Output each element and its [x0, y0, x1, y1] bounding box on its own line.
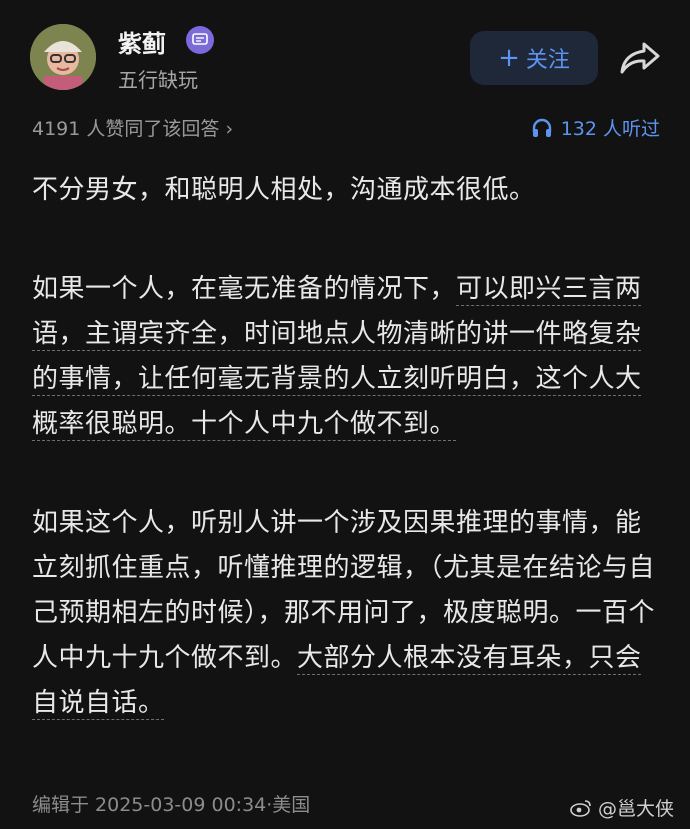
paragraph-3: 如果这个人，听别人讲一个涉及因果推理的事情，能立刻抓住重点，听懂推理的逻辑，（尤… — [32, 501, 662, 726]
plus-icon: + — [498, 43, 520, 73]
listeners-text: 132 人听过 — [560, 118, 660, 140]
verified-badge-icon — [186, 26, 214, 54]
paragraph-2: 如果一个人，在毫无准备的情况下，可以即兴三言两语，主谓宾齐全，时间地点人物清晰的… — [32, 267, 662, 447]
share-icon[interactable] — [618, 40, 662, 76]
weibo-logo-icon — [570, 799, 591, 817]
paragraph-2-text: 如果一个人，在毫无准备的情况下， — [32, 274, 457, 304]
edit-timestamp: 编辑于 2025-03-09 00:34·美国 — [32, 794, 311, 816]
author-headline: 五行缺玩 — [118, 68, 198, 92]
headphones-icon — [532, 118, 551, 137]
likes-count[interactable]: 4191 人赞同了该回答 › — [32, 114, 233, 141]
listen-count[interactable]: 132 人听过 — [531, 114, 660, 141]
watermark: @邕大侠 — [570, 794, 674, 821]
answer-stats: 4191 人赞同了该回答 › 132 人听过 — [0, 114, 690, 150]
answer-header: 紫蓟 五行缺玩 + 关注 — [0, 0, 690, 110]
watermark-text: @邕大侠 — [597, 798, 674, 820]
answer-body: 不分男女，和聪明人相处，沟通成本很低。 如果一个人，在毫无准备的情况下，可以即兴… — [32, 168, 662, 780]
follow-button[interactable]: + 关注 — [470, 31, 598, 85]
author-name[interactable]: 紫蓟 — [118, 24, 166, 59]
follow-label: 关注 — [525, 48, 570, 73]
likes-text: 4191 人赞同了该回答 — [32, 118, 220, 140]
author-avatar[interactable] — [30, 24, 96, 90]
paragraph-1: 不分男女，和聪明人相处，沟通成本很低。 — [32, 175, 536, 205]
chevron-right-icon: › — [225, 118, 234, 140]
